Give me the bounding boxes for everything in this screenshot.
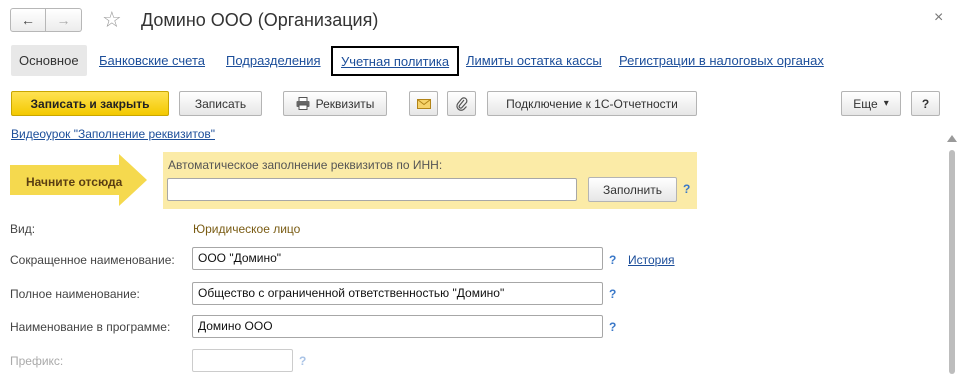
tab-main[interactable]: Основное — [11, 45, 87, 76]
scrollbar-thumb[interactable] — [949, 150, 955, 374]
prefix-help-icon[interactable]: ? — [299, 354, 306, 368]
scroll-up-icon[interactable] — [947, 135, 957, 142]
program-name-field[interactable]: Домино ООО — [192, 315, 603, 338]
attachment-button[interactable] — [447, 91, 476, 116]
email-button[interactable] — [409, 91, 438, 116]
kind-value[interactable]: Юридическое лицо — [193, 222, 300, 236]
forward-button[interactable]: → — [46, 8, 82, 32]
chevron-down-icon: ▾ — [883, 98, 889, 109]
kind-label: Вид: — [10, 222, 36, 236]
full-name-label: Полное наименование: — [10, 287, 140, 301]
fill-button[interactable]: Заполнить — [588, 177, 677, 202]
program-name-label: Наименование в программе: — [10, 320, 171, 334]
save-and-close-button[interactable]: Записать и закрыть — [11, 91, 169, 116]
back-button[interactable]: ← — [10, 8, 46, 32]
tab-cash-limits[interactable]: Лимиты остатка кассы — [466, 45, 602, 76]
short-name-label: Сокращенное наименование: — [10, 253, 175, 267]
help-button[interactable]: ? — [911, 91, 940, 116]
back-arrow-icon: ← — [21, 12, 35, 28]
save-button[interactable]: Записать — [179, 91, 262, 116]
autofill-help-icon[interactable]: ? — [683, 182, 690, 196]
program-name-help-icon[interactable]: ? — [609, 320, 616, 334]
autofill-label: Автоматическое заполнение реквизитов по … — [168, 158, 443, 172]
inn-input[interactable] — [167, 178, 577, 201]
full-name-field[interactable]: Общество с ограниченной ответственностью… — [192, 282, 603, 305]
window-title: Домино ООО (Организация) — [141, 10, 379, 30]
close-icon[interactable]: × — [934, 9, 943, 27]
tab-bank-accounts[interactable]: Банковские счета — [99, 45, 205, 76]
forward-arrow-icon: → — [56, 12, 71, 28]
envelope-icon — [416, 98, 431, 109]
tab-tax-registrations[interactable]: Регистрации в налоговых органах — [619, 45, 824, 76]
reporting-connect-button[interactable]: Подключение к 1С-Отчетности — [487, 91, 697, 116]
prefix-label: Префикс: — [10, 354, 64, 368]
printer-icon — [296, 97, 310, 110]
prefix-field[interactable] — [192, 349, 293, 372]
requisites-button[interactable]: Реквизиты — [283, 91, 387, 116]
video-lesson-link[interactable]: Видеоурок "Заполнение реквизитов" — [11, 127, 215, 141]
history-link[interactable]: История — [628, 253, 675, 267]
star-icon[interactable]: ☆ — [102, 7, 122, 33]
more-button[interactable]: Еще ▾ — [841, 91, 901, 116]
short-name-field[interactable]: ООО "Домино" — [192, 247, 603, 270]
full-name-help-icon[interactable]: ? — [609, 287, 616, 301]
tab-departments[interactable]: Подразделения — [226, 45, 321, 76]
paperclip-icon — [455, 96, 467, 111]
short-name-help-icon[interactable]: ? — [609, 253, 616, 267]
start-here-label: Начните отсюда — [26, 175, 123, 189]
tab-accounting-policy[interactable]: Учетная политика — [331, 46, 460, 76]
